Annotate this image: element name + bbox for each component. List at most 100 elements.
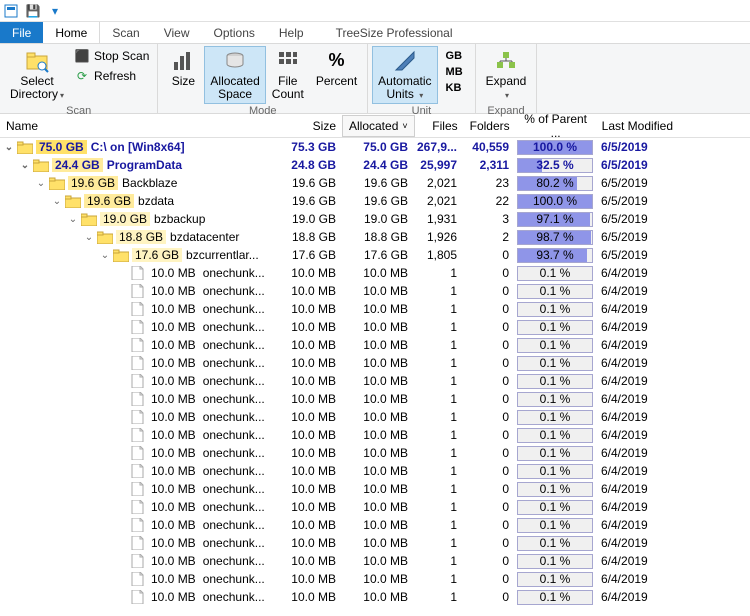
tree-row[interactable]: 10.0 MBonechunk...10.0 MB10.0 MB100.1 %6…	[0, 354, 750, 372]
unit-kb-button[interactable]: KB	[442, 80, 467, 96]
menu-view[interactable]: View	[152, 22, 202, 43]
expand-chevron-icon[interactable]: ⌄	[18, 160, 32, 171]
unit-gb-button[interactable]: GB	[442, 48, 467, 64]
col-modified-header[interactable]: Last Modified	[596, 119, 691, 133]
expand-button[interactable]: Expand▾	[480, 46, 533, 104]
row-percent: 0.1 %	[515, 338, 595, 353]
tree-row[interactable]: 10.0 MBonechunk...10.0 MB10.0 MB100.1 %6…	[0, 282, 750, 300]
select-directory-button[interactable]: SelectDirectory▾	[4, 46, 70, 104]
col-folders-header[interactable]: Folders	[464, 119, 516, 133]
tree-row[interactable]: 10.0 MBonechunk...10.0 MB10.0 MB100.1 %6…	[0, 516, 750, 534]
file-icon	[129, 392, 145, 406]
row-folders: 0	[463, 536, 515, 550]
col-percent-header[interactable]: % of Parent ...	[516, 112, 596, 140]
row-percent: 0.1 %	[515, 500, 595, 515]
tree-row[interactable]: 10.0 MBonechunk...10.0 MB10.0 MB100.1 %6…	[0, 534, 750, 552]
mode-percent-button[interactable]: %Percent	[310, 46, 363, 91]
ribbon-group-unit: AutomaticUnits ▾ GB MB KB Unit	[368, 44, 475, 113]
row-alloc-inline: 10.0 MB	[148, 590, 199, 604]
folder-icon	[97, 230, 113, 244]
row-name: Backblaze	[118, 176, 177, 190]
row-percent: 80.2 %	[515, 176, 595, 191]
stop-scan-button[interactable]: ⬛Stop Scan	[70, 46, 153, 66]
row-alloc-inline: 10.0 MB	[148, 266, 199, 280]
row-name: onechunk...	[199, 446, 265, 460]
row-alloc-inline: 10.0 MB	[148, 554, 199, 568]
column-headers: Name Size Allocated˅ Files Folders % of …	[0, 114, 750, 138]
row-files: 1	[414, 374, 463, 388]
row-allocated: 10.0 MB	[342, 554, 414, 568]
unit-auto-button[interactable]: AutomaticUnits ▾	[372, 46, 437, 104]
menu-file[interactable]: File	[0, 22, 43, 43]
tree-row[interactable]: ⌄19.0 GBbzbackup19.0 GB19.0 GB1,931397.1…	[0, 210, 750, 228]
tree-row[interactable]: 10.0 MBonechunk...10.0 MB10.0 MB100.1 %6…	[0, 372, 750, 390]
col-allocated-header[interactable]: Allocated˅	[342, 115, 415, 137]
menu-options[interactable]: Options	[202, 22, 267, 43]
tree-row[interactable]: 10.0 MBonechunk...10.0 MB10.0 MB100.1 %6…	[0, 300, 750, 318]
menu-home[interactable]: Home	[43, 22, 100, 43]
menu-scan[interactable]: Scan	[100, 22, 151, 43]
tree-row[interactable]: ⌄19.6 GBBackblaze19.6 GB19.6 GB2,0212380…	[0, 174, 750, 192]
tree-row[interactable]: 10.0 MBonechunk...10.0 MB10.0 MB100.1 %6…	[0, 426, 750, 444]
row-percent: 0.1 %	[515, 302, 595, 317]
expand-chevron-icon[interactable]: ⌄	[2, 142, 16, 153]
row-files: 1	[414, 284, 463, 298]
row-files: 1,926	[414, 230, 463, 244]
row-allocated: 10.0 MB	[342, 572, 414, 586]
row-alloc-inline: 75.0 GB	[36, 140, 87, 154]
tree-row[interactable]: ⌄75.0 GBC:\ on [Win8x64]75.3 GB75.0 GB26…	[0, 138, 750, 156]
tree-row[interactable]: ⌄18.8 GBbzdatacenter18.8 GB18.8 GB1,9262…	[0, 228, 750, 246]
tree-row[interactable]: 10.0 MBonechunk...10.0 MB10.0 MB100.1 %6…	[0, 318, 750, 336]
expand-chevron-icon[interactable]: ⌄	[98, 250, 112, 261]
menu-help[interactable]: Help	[267, 22, 316, 43]
tree-body[interactable]: ⌄75.0 GBC:\ on [Win8x64]75.3 GB75.0 GB26…	[0, 138, 750, 606]
tree-row[interactable]: 10.0 MBonechunk...10.0 MB10.0 MB100.1 %6…	[0, 570, 750, 588]
unit-mb-button[interactable]: MB	[442, 64, 467, 80]
file-icon	[129, 428, 145, 442]
disk-icon	[223, 49, 247, 73]
row-size: 10.0 MB	[283, 536, 342, 550]
file-icon	[129, 356, 145, 370]
tree-row[interactable]: 10.0 MBonechunk...10.0 MB10.0 MB100.1 %6…	[0, 552, 750, 570]
col-files-header[interactable]: Files	[415, 119, 464, 133]
refresh-button[interactable]: ⟳Refresh	[70, 66, 153, 86]
mode-filecount-button[interactable]: FileCount	[266, 46, 310, 104]
tree-row[interactable]: 10.0 MBonechunk...10.0 MB10.0 MB100.1 %6…	[0, 462, 750, 480]
file-icon	[129, 482, 145, 496]
expand-chevron-icon[interactable]: ⌄	[66, 214, 80, 225]
row-folders: 0	[463, 248, 515, 262]
expand-chevron-icon[interactable]: ⌄	[34, 178, 48, 189]
tree-row[interactable]: ⌄24.4 GBProgramData24.8 GB24.4 GB25,9972…	[0, 156, 750, 174]
tree-row[interactable]: 10.0 MBonechunk...10.0 MB10.0 MB100.1 %6…	[0, 480, 750, 498]
tree-row[interactable]: 10.0 MBonechunk...10.0 MB10.0 MB100.1 %6…	[0, 444, 750, 462]
row-name: bzbackup	[150, 212, 205, 226]
mode-allocated-button[interactable]: AllocatedSpace	[204, 46, 265, 104]
tree-row[interactable]: 10.0 MBonechunk...10.0 MB10.0 MB100.1 %6…	[0, 336, 750, 354]
row-folders: 0	[463, 320, 515, 334]
tree-row[interactable]: ⌄19.6 GBbzdata19.6 GB19.6 GB2,02122100.0…	[0, 192, 750, 210]
qa-dropdown-icon[interactable]: ▾	[47, 3, 63, 19]
mode-size-button[interactable]: Size	[162, 46, 204, 91]
file-icon	[129, 338, 145, 352]
row-folders: 0	[463, 284, 515, 298]
mode-allocated-label: AllocatedSpace	[210, 75, 259, 101]
tree-row[interactable]: 10.0 MBonechunk...10.0 MB10.0 MB100.1 %6…	[0, 408, 750, 426]
row-modified: 6/4/2019	[595, 500, 690, 514]
expand-chevron-icon[interactable]: ⌄	[50, 196, 64, 207]
qa-save-icon[interactable]: 💾	[25, 3, 41, 19]
col-size-header[interactable]: Size	[283, 119, 342, 133]
grid-icon	[276, 49, 300, 73]
tree-row[interactable]: 10.0 MBonechunk...10.0 MB10.0 MB100.1 %6…	[0, 498, 750, 516]
row-files: 1	[414, 266, 463, 280]
tree-row[interactable]: 10.0 MBonechunk...10.0 MB10.0 MB100.1 %6…	[0, 390, 750, 408]
expand-chevron-icon[interactable]: ⌄	[82, 232, 96, 243]
tree-row[interactable]: 10.0 MBonechunk...10.0 MB10.0 MB100.1 %6…	[0, 588, 750, 606]
row-percent: 100.0 %	[515, 194, 595, 209]
col-name-header[interactable]: Name	[0, 119, 283, 133]
row-name: onechunk...	[199, 590, 265, 604]
tree-row[interactable]: 10.0 MBonechunk...10.0 MB10.0 MB100.1 %6…	[0, 264, 750, 282]
ribbon-mode-label: Mode	[162, 104, 363, 119]
row-modified: 6/4/2019	[595, 302, 690, 316]
row-alloc-inline: 10.0 MB	[148, 482, 199, 496]
tree-row[interactable]: ⌄17.6 GBbzcurrentlar...17.6 GB17.6 GB1,8…	[0, 246, 750, 264]
